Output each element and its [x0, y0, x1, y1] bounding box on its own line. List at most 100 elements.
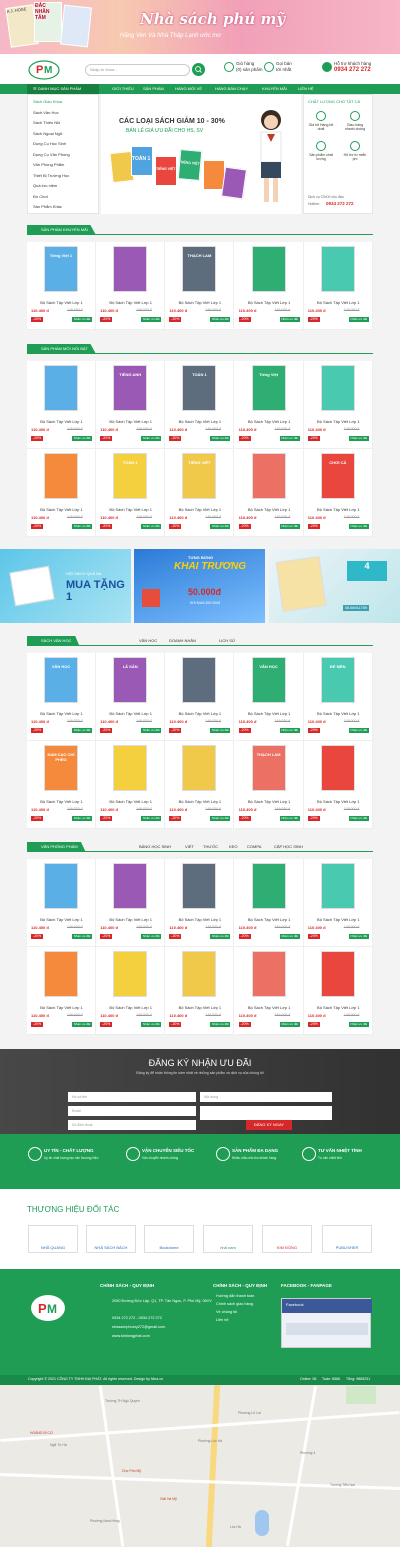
product-card[interactable]: Bộ Sách Tập Viết Lớp 1 110.400 đ 149.000 đ… — [96, 741, 166, 829]
product-card[interactable]: Bộ Sách Tập Viết Lớp 1 110.400 đ 149.000 đ… — [303, 361, 373, 449]
section-tab-literature[interactable]: VĂN HỌC — [139, 637, 157, 645]
product-image[interactable] — [182, 951, 217, 997]
product-card[interactable]: NAM CAO CHÍ PHÈO Bộ Sách Tập Viết Lớp 1 11… — [27, 741, 96, 829]
product-image[interactable] — [251, 951, 286, 997]
get-offer-button[interactable]: Nhận ưu đãi — [348, 317, 369, 322]
product-image[interactable]: TIẾNG VIỆT — [182, 453, 217, 499]
section-tab-history[interactable]: LỊCH SỬ — [219, 637, 235, 645]
promo-banner-buy-get[interactable]: HỘI SÁCH QUÀ BA MUA TẶNG 1 — [0, 549, 131, 623]
product-card[interactable]: Bộ Sách Tập Viết Lớp 1 110.400 đ 149.000 đ… — [303, 859, 373, 947]
product-card[interactable]: Bộ Sách Tập Viết Lớp 1 110.400 đ 149.000 đ… — [303, 947, 373, 1035]
product-card[interactable]: Bộ Sách Tập Viết Lớp 1 110.400 đ 149.000 đ… — [234, 947, 304, 1035]
section-title[interactable]: SÁCH VĂN HỌC — [27, 636, 80, 646]
get-offer-button[interactable]: Nhận ưu đãi — [348, 436, 369, 441]
nav-item-products[interactable]: SẢN PHẨM — [143, 85, 164, 93]
product-card[interactable]: Bộ Sách Tập Viết Lớp 1 110.400 đ 149.000 đ… — [27, 449, 96, 537]
section-tab-ruler[interactable]: THƯỚC — [203, 843, 218, 851]
section-tab-compass[interactable]: COMPA — [247, 843, 261, 851]
footer-phone[interactable]: 0934 272 272 - 0934 272 272 — [112, 1316, 162, 1320]
product-card[interactable]: Bộ Sách Tập Viết Lớp 1 110.400 đ 149.000 đ… — [96, 242, 166, 330]
product-image[interactable] — [320, 863, 355, 909]
product-card[interactable]: TIẾNG VIỆT Bộ Sách Tập Viết Lớp 1 110.400 … — [165, 449, 235, 537]
product-image[interactable] — [113, 745, 148, 791]
section-title[interactable]: SẢN PHẨM MỚI NỔI BẬT — [27, 344, 96, 354]
hotline-info[interactable]: Hỗ trợ khách hàng 0934 272 272 — [334, 61, 371, 73]
product-card[interactable]: CHƠI CẢ Bộ Sách Tập Viết Lớp 1 110.400 đ 14… — [303, 449, 373, 537]
product-card[interactable]: Bộ Sách Tập Viết Lớp 1 110.400 đ 149.000 đ… — [234, 242, 304, 330]
get-offer-button[interactable]: Nhận ưu đãi — [348, 934, 369, 939]
get-offer-button[interactable]: Nhận ưu đãi — [141, 816, 162, 821]
product-image[interactable] — [44, 453, 78, 499]
get-offer-button[interactable]: Nhận ưu đãi — [279, 317, 300, 322]
get-offer-button[interactable]: Nhận ưu đãi — [348, 728, 369, 733]
cart-info[interactable]: Giỏ hàng (0) sản phẩm — [236, 61, 263, 73]
get-offer-button[interactable]: Nhận ưu đãi — [279, 816, 300, 821]
get-offer-button[interactable]: Nhận ưu đãi — [72, 816, 92, 821]
product-card[interactable]: TIẾNG ANH Bộ Sách Tập Viết Lớp 1 110.400 đ… — [96, 361, 166, 449]
product-image[interactable]: THẠCH LAM — [251, 745, 286, 791]
product-card[interactable]: Bộ Sách Tập Viết Lớp 1 110.400 đ 149.000 đ… — [165, 653, 235, 741]
product-image[interactable]: ĐỂ MÈN — [320, 657, 355, 703]
partner-logo[interactable]: NHÃ SÁCH BÁCH — [86, 1225, 136, 1253]
get-offer-button[interactable]: Nhận ưu đãi — [72, 524, 92, 529]
get-offer-button[interactable]: Nhận ưu đãi — [72, 934, 92, 939]
hero-slider[interactable]: CÁC LOẠI SÁCH GIẢM 10 - 30% BÁN LẺ GIÁ Ư… — [101, 94, 301, 214]
product-card[interactable]: Bộ Sách Tập Viết Lớp 1 110.400 đ 149.000 đ… — [96, 859, 166, 947]
product-card[interactable]: Bộ Sách Tập Viết Lớp 1 110.400 đ 149.000 đ… — [234, 449, 304, 537]
section-title[interactable]: VĂN PHÒNG PHẨM — [27, 842, 86, 852]
footer-website[interactable]: www.kimlongphat.com — [112, 1334, 150, 1338]
product-image[interactable]: Tiếng Việt 1 — [44, 246, 78, 292]
get-offer-button[interactable]: Nhận ưu đãi — [210, 934, 231, 939]
get-offer-button[interactable]: Nhận ưu đãi — [72, 728, 92, 733]
product-card[interactable]: TOÁN 1 Bộ Sách Tập Viết Lớp 1 110.400 đ 149… — [96, 449, 166, 537]
get-offer-button[interactable]: Nhận ưu đãi — [72, 1022, 92, 1027]
product-image[interactable]: TOÁN 1 — [113, 453, 148, 499]
newsletter-name-field[interactable]: Họ và tên — [68, 1092, 196, 1102]
get-offer-button[interactable]: Nhận ưu đãi — [141, 728, 162, 733]
product-image[interactable]: VĂN HỌC — [44, 657, 78, 703]
location-map[interactable]: Trường TH Ngô Quyền Phường Lê Lợi Ngã Tư… — [0, 1385, 400, 1547]
section-tab-board[interactable]: BẢNG HỌC SINH — [139, 843, 171, 851]
panel-hotline[interactable]: 0934 272 272 — [326, 201, 354, 206]
product-card[interactable]: VĂN HỌC Bộ Sách Tập Viết Lớp 1 110.400 đ 14… — [234, 653, 304, 741]
nav-item-about[interactable]: GIỚI THIỆU — [112, 85, 134, 93]
top-banner[interactable]: A.J. HOGE ĐẮC NHÂN TÂM Nhà sách phú mỹ H… — [0, 0, 400, 54]
get-offer-button[interactable]: Nhận ưu đãi — [279, 934, 300, 939]
product-card[interactable]: Bộ Sách Tập Viết Lớp 1 110.400 đ 149.000 đ… — [165, 859, 235, 947]
section-tab-bag[interactable]: CẶP HỌC SINH — [274, 843, 303, 851]
get-offer-button[interactable]: Nhận ưu đãi — [210, 728, 231, 733]
product-card[interactable]: Bộ Sách Tập Viết Lớp 1 110.400 đ 149.000 đ… — [27, 947, 96, 1035]
product-card[interactable]: Bộ Sách Tập Viết Lớp 1 110.400 đ 149.000 đ… — [303, 741, 373, 829]
cart-icon[interactable] — [224, 62, 234, 72]
get-offer-button[interactable]: Nhận ưu đãi — [210, 436, 231, 441]
partner-logo[interactable]: nhã nam — [203, 1225, 253, 1253]
product-image[interactable] — [320, 951, 355, 997]
nav-item-sale[interactable]: KHUYẾN MÃI — [262, 85, 287, 93]
facebook-widget[interactable]: Facebook — [281, 1298, 372, 1348]
sidebar-item[interactable]: Dụng Cụ Học Sinh — [33, 141, 66, 147]
product-image[interactable] — [113, 246, 148, 292]
newsletter-email-field[interactable]: Email — [68, 1106, 196, 1116]
sidebar-item[interactable]: Quà lưu niệm — [33, 183, 57, 189]
logo[interactable]: P M — [28, 58, 60, 80]
product-image[interactable]: LÃ SẢN — [113, 657, 148, 703]
product-image[interactable]: TOÁN 1 — [182, 365, 217, 411]
nav-item-new[interactable]: HÀNG MỚI VỀ — [175, 85, 202, 93]
get-offer-button[interactable]: Nhận ưu đãi — [210, 816, 231, 821]
product-image[interactable] — [320, 745, 355, 791]
promo-banner-school[interactable]: 4 08.66911789 — [269, 549, 400, 623]
partner-logo[interactable]: Bookdome — [144, 1225, 194, 1253]
sidebar-item[interactable]: Sách Ngoại Ngữ — [33, 131, 63, 137]
footer-logo[interactable]: P M — [30, 1293, 66, 1323]
product-card[interactable]: THẠCH LAM Bộ Sách Tập Viết Lớp 1 110.400 đ… — [234, 741, 304, 829]
search-button[interactable] — [192, 63, 205, 76]
get-offer-button[interactable]: Nhận ưu đãi — [279, 1022, 300, 1027]
get-offer-button[interactable]: Nhận ưu đãi — [72, 436, 92, 441]
get-offer-button[interactable]: Nhận ưu đãi — [210, 524, 231, 529]
sidebar-item[interactable]: Đồ Chơi — [33, 194, 48, 200]
sidebar-item[interactable]: Sản Phẩm Khác — [33, 204, 62, 210]
footer-link[interactable]: Chính sách giao hàng — [216, 1302, 253, 1306]
get-offer-button[interactable]: Nhận ưu đãi — [141, 934, 162, 939]
product-image[interactable]: Tiếng Việt — [251, 365, 286, 411]
product-card[interactable]: Bộ Sách Tập Viết Lớp 1 110.400 đ 149.000 đ… — [234, 859, 304, 947]
